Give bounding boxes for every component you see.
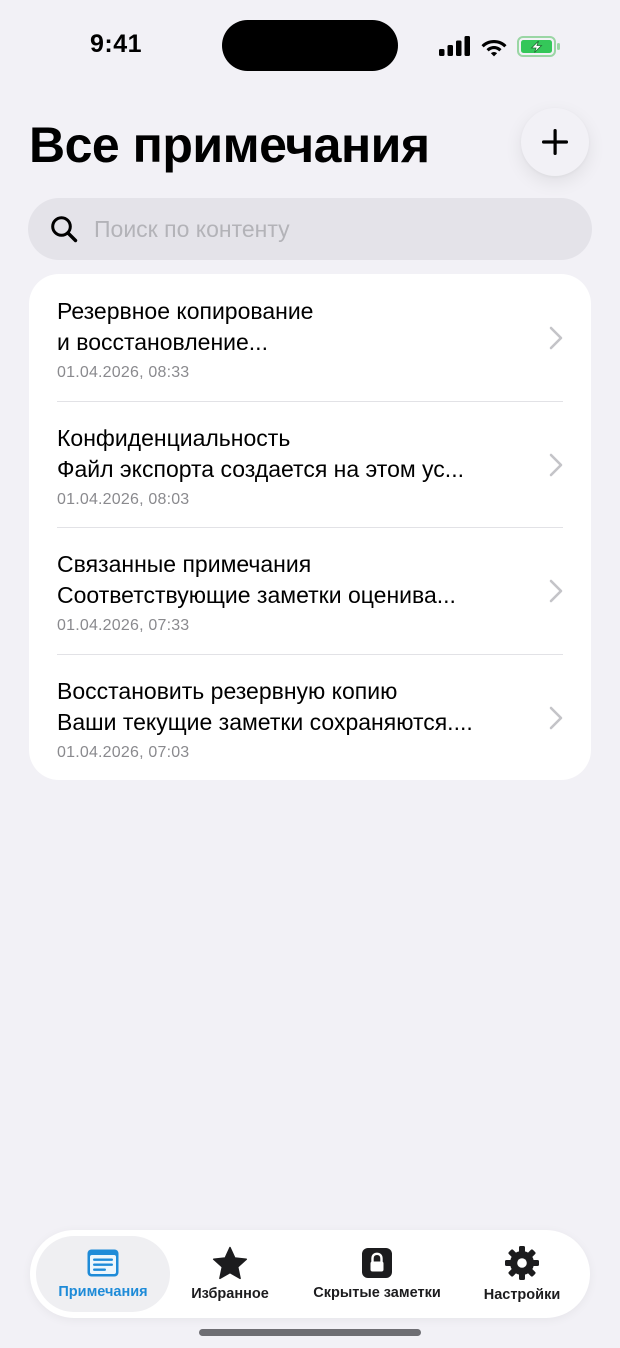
note-title: Связанные примечания	[57, 551, 312, 577]
tab-favorites[interactable]: Избранное	[176, 1236, 284, 1312]
wifi-icon	[481, 39, 507, 56]
dynamic-island	[222, 20, 398, 71]
notes-list: Резервное копирование и восстановление..…	[29, 274, 591, 780]
note-date: 01.04.2026, 08:03	[57, 490, 190, 508]
note-title: Конфиденциальность	[57, 424, 291, 451]
tab-notes[interactable]: Примечания	[36, 1236, 170, 1312]
tab-hidden-notes[interactable]: Скрытые заметки	[302, 1236, 452, 1312]
search-bar[interactable]	[28, 198, 592, 260]
note-preview: Файл экспорта создается на этом ус...	[57, 455, 464, 482]
note-preview: и восстановление...	[57, 329, 268, 355]
notes-icon	[87, 1249, 119, 1277]
tab-label: Скрытые заметки	[313, 1285, 441, 1301]
gear-icon	[505, 1246, 539, 1280]
chevron-right-icon	[549, 706, 563, 729]
chevron-right-icon	[549, 453, 563, 476]
chevron-right-icon	[549, 579, 563, 603]
tab-bar: Примечания Избранное Скрытые заметки Нас…	[30, 1230, 590, 1318]
note-list-item[interactable]: Конфиденциальность Файл экспорта создает…	[29, 400, 591, 528]
cellular-signal-icon	[439, 36, 470, 56]
note-preview: Ваши текущие заметки сохраняются....	[57, 708, 473, 735]
status-icons	[439, 34, 561, 58]
status-bar: 9:41	[0, 0, 620, 92]
lock-icon	[362, 1248, 392, 1278]
tab-label: Примечания	[58, 1284, 148, 1300]
star-icon	[212, 1246, 248, 1280]
note-date: 01.04.2026, 07:03	[57, 743, 190, 761]
page-title: Все примечания	[29, 117, 430, 173]
note-list-item[interactable]: Восстановить резервную копию Ваши текущи…	[29, 653, 591, 781]
note-title: Резервное копирование	[57, 298, 314, 324]
search-input[interactable]	[94, 215, 554, 243]
tab-label: Настройки	[483, 1287, 561, 1303]
note-date: 01.04.2026, 07:33	[57, 617, 190, 634]
note-title: Восстановить резервную копию	[57, 677, 398, 704]
chevron-right-icon	[549, 326, 563, 350]
plus-icon	[542, 129, 568, 155]
status-time: 9:41	[89, 30, 143, 58]
note-list-item[interactable]: Связанные примечания Соответствующие зам…	[29, 527, 591, 654]
note-preview: Соответствующие заметки оценива...	[57, 582, 456, 608]
tab-settings[interactable]: Настройки	[470, 1236, 574, 1312]
note-list-item[interactable]: Резервное копирование и восстановление..…	[29, 274, 591, 401]
search-icon	[51, 216, 78, 243]
battery-icon	[517, 35, 560, 57]
add-note-button[interactable]	[521, 108, 589, 176]
tab-label: Избранное	[191, 1286, 269, 1302]
home-indicator[interactable]	[199, 1329, 421, 1336]
note-date: 01.04.2026, 08:33	[57, 364, 190, 381]
